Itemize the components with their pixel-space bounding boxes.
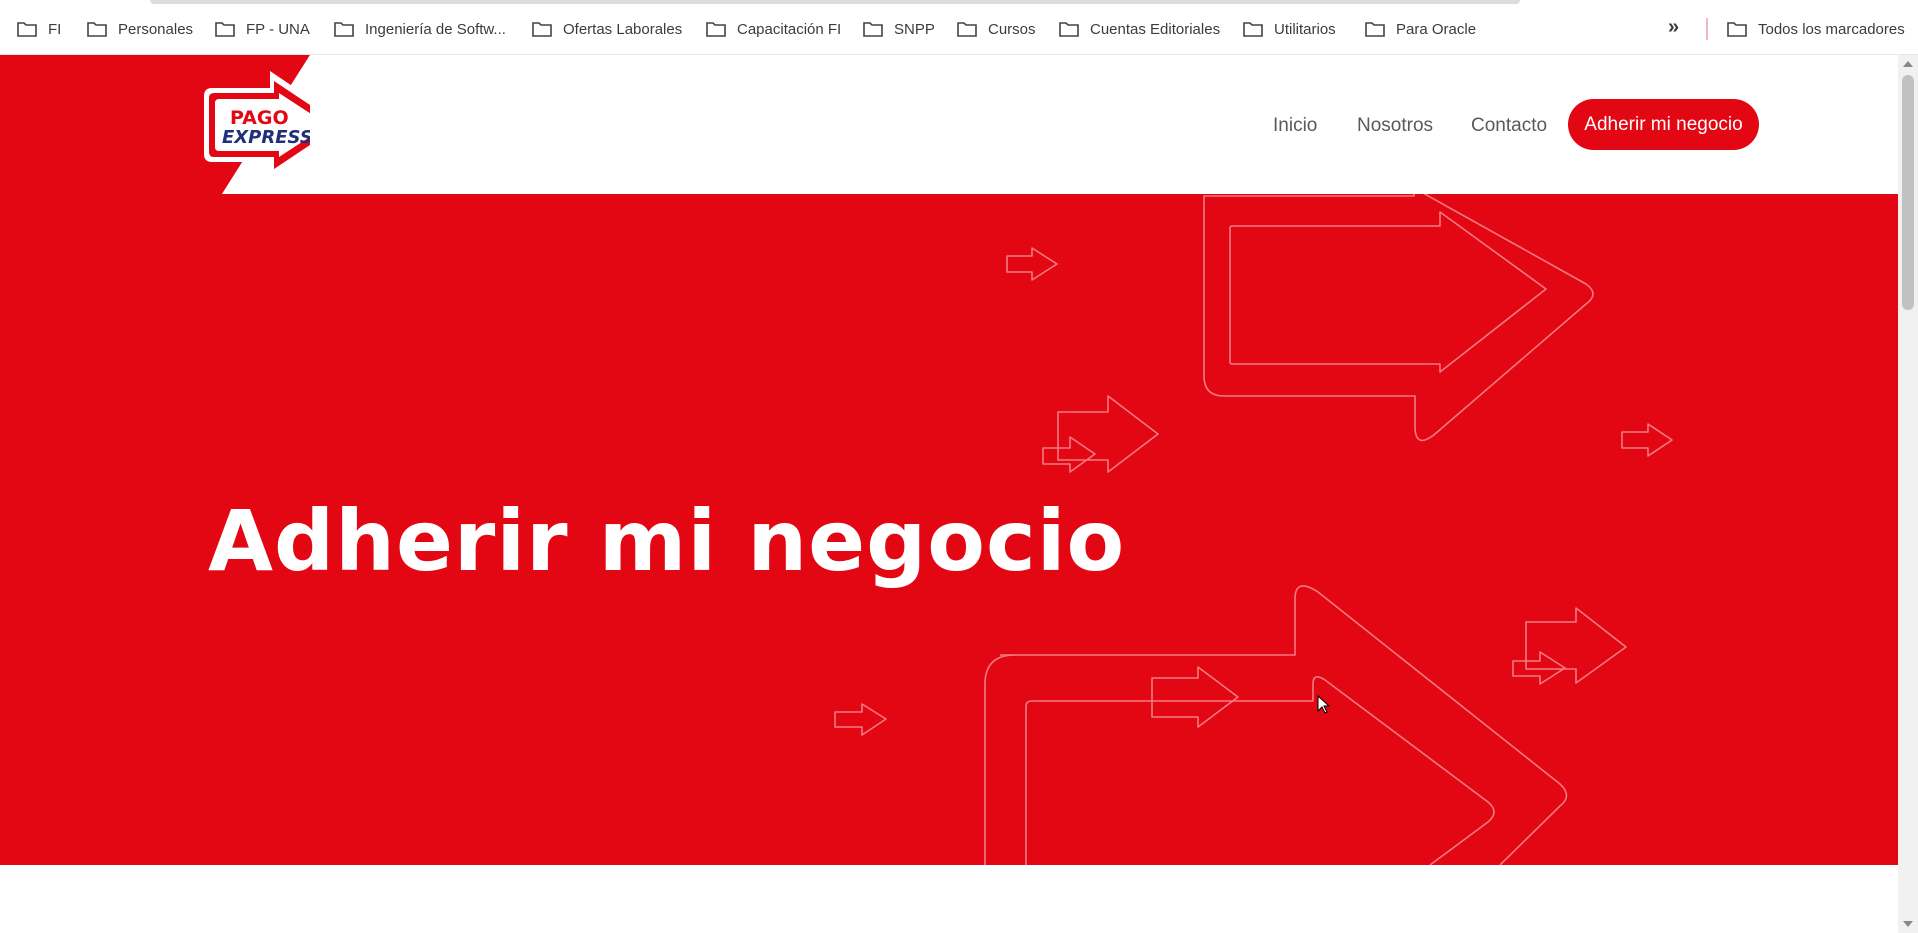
nav-inicio[interactable]: Inicio [1273,115,1317,137]
browser-tab-edge [150,0,1520,4]
nav-contacto[interactable]: Contacto [1471,115,1547,137]
bookmark-fp-una[interactable]: FP - UNA [214,17,310,41]
folder-icon [1243,22,1263,37]
bookmark-cursos[interactable]: Cursos [956,17,1036,41]
bookmark-capacitacion[interactable]: Capacitación FI [705,17,841,41]
folder-icon [706,22,726,37]
bookmark-fi[interactable]: FI [16,17,61,41]
logo-text-pago: PAGO [230,107,289,129]
bookmark-utilitarios[interactable]: Utilitarios [1242,17,1336,41]
folder-icon [87,22,107,37]
bookmark-label: Capacitación FI [737,20,842,38]
bookmark-label: FP - UNA [246,20,310,38]
folder-icon [1365,22,1385,37]
bookmark-label: Utilitarios [1274,20,1336,38]
bookmark-snpp[interactable]: SNPP [862,17,935,41]
bookmarks-divider [1706,18,1708,40]
mouse-cursor-icon [1317,695,1331,714]
bookmark-label: FI [48,20,62,38]
hero-banner: Adherir mi negocio [0,194,1898,865]
hero-title: Adherir mi negocio [208,492,1126,590]
content-section [0,865,1898,933]
bookmark-personales[interactable]: Personales [86,17,193,41]
bookmark-label: Ofertas Laborales [563,20,683,38]
page-scrollbar[interactable] [1898,55,1918,933]
bookmark-para-oracle[interactable]: Para Oracle [1364,17,1476,41]
nav-nosotros[interactable]: Nosotros [1357,115,1433,137]
site-header: PAGO EXPRESS ® Inicio Nosotros Contacto … [0,55,1898,194]
bookmark-label: SNPP [894,20,935,38]
pago-express-logo[interactable]: PAGO EXPRESS ® [0,55,310,194]
folder-icon [334,22,354,37]
folder-icon [1059,22,1079,37]
adherir-negocio-button[interactable]: Adherir mi negocio [1568,99,1759,150]
bookmark-label: Cuentas Editoriales [1090,20,1221,38]
bookmark-label: Ingeniería de Softw... [365,20,506,38]
bookmark-label: Cursos [988,20,1036,38]
folder-icon [957,22,977,37]
folder-icon [532,22,552,37]
bookmarks-bar: FI Personales FP - UNA Ingeniería de Sof… [0,0,1918,55]
all-bookmarks-folder[interactable]: Todos los marcadores [1726,17,1905,41]
bookmark-cuentas-editoriales[interactable]: Cuentas Editoriales [1058,17,1220,41]
scroll-down-icon[interactable] [1903,921,1913,927]
bookmark-ingenieria[interactable]: Ingeniería de Softw... [333,17,506,41]
bookmark-label: Personales [118,20,194,38]
folder-icon [215,22,235,37]
scroll-thumb[interactable] [1902,75,1914,310]
folder-icon [1727,22,1747,37]
bookmark-label: Para Oracle [1396,20,1477,38]
folder-icon [17,22,37,37]
logo-text-express: EXPRESS [222,127,310,148]
scroll-up-icon[interactable] [1903,61,1913,67]
bookmark-ofertas[interactable]: Ofertas Laborales [531,17,682,41]
folder-icon [863,22,883,37]
all-bookmarks-label: Todos los marcadores [1758,20,1905,38]
double-chevron-right-icon[interactable]: » [1668,16,1679,39]
